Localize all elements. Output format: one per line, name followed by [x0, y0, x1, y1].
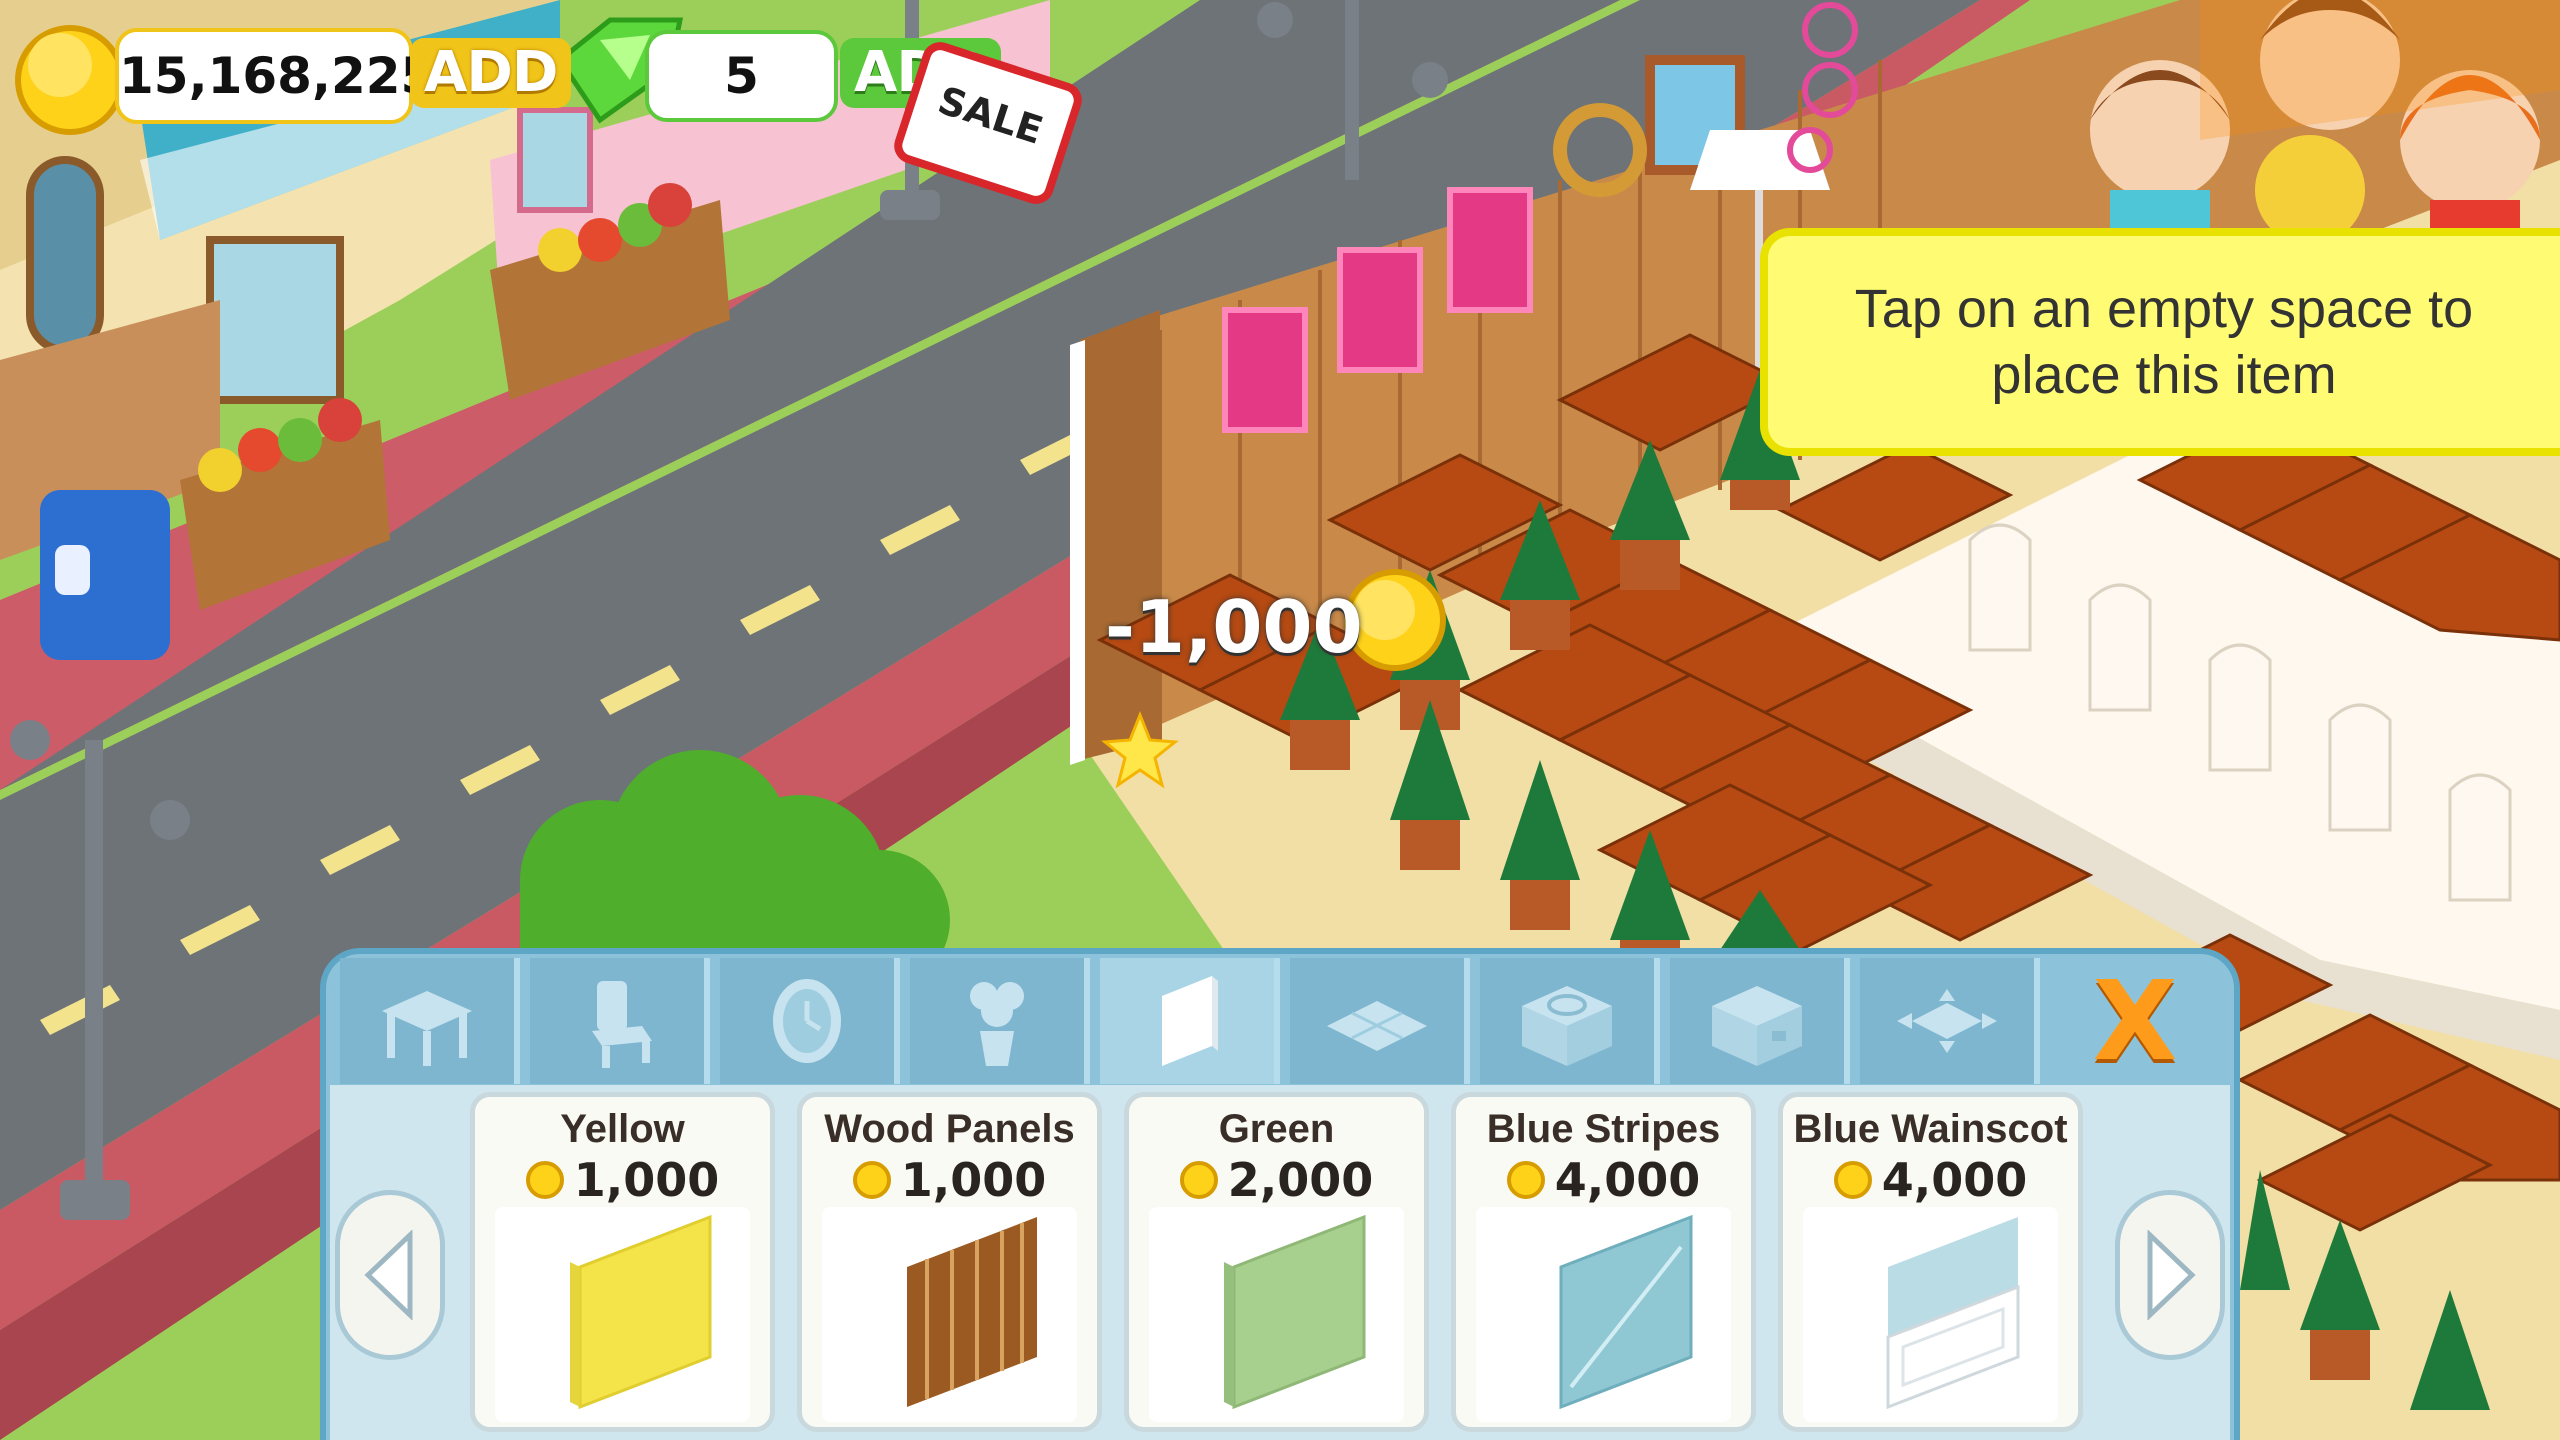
item-card-blue-stripes[interactable]: Blue Stripes 4,000	[1451, 1092, 1756, 1432]
coin-icon	[1833, 1161, 1872, 1199]
item-price-value: 4,000	[1554, 1153, 1701, 1207]
stove-icon	[1522, 986, 1612, 1066]
tab-counters[interactable]	[1670, 958, 1850, 1084]
item-card-blue-wainscot[interactable]: Blue Wainscot 4,000	[1778, 1092, 2083, 1432]
item-price: 4,000	[1456, 1153, 1751, 1207]
placement-tooltip: Tap on an empty space to place this item	[1760, 228, 2560, 456]
prev-page-button[interactable]	[335, 1190, 445, 1360]
clock-icon	[773, 979, 841, 1063]
tab-expand[interactable]	[1860, 958, 2040, 1084]
floor-tile-icon	[1327, 1001, 1427, 1051]
tab-chairs[interactable]	[530, 958, 710, 1084]
item-preview	[822, 1207, 1077, 1422]
item-name: Blue Stripes	[1486, 1107, 1721, 1151]
coin-stack-icon	[15, 25, 125, 135]
item-price: 2,000	[1129, 1153, 1424, 1207]
mailbox-icon	[40, 490, 170, 660]
coin-icon	[852, 1161, 891, 1199]
coin-balance: 15,168,225	[115, 28, 435, 124]
item-price: 1,000	[802, 1153, 1097, 1207]
item-name: Yellow	[560, 1107, 685, 1151]
item-preview	[1803, 1207, 2058, 1422]
coin-icon	[1506, 1161, 1545, 1199]
tooltip-text: Tap on an empty space to place this item	[1854, 279, 2474, 405]
item-price-value: 1,000	[900, 1153, 1047, 1207]
category-tabbar	[340, 958, 2220, 1084]
item-price-value: 2,000	[1227, 1153, 1374, 1207]
item-preview	[1149, 1207, 1404, 1422]
purchase-cost-popup: -1,000	[1105, 585, 1363, 669]
item-name: Green	[1218, 1107, 1335, 1151]
table-icon	[382, 991, 472, 1066]
gem-balance: 5	[645, 30, 838, 122]
wall-panel-icon	[1162, 976, 1218, 1066]
item-preview	[495, 1207, 750, 1422]
tab-clocks[interactable]	[720, 958, 900, 1084]
tab-tables[interactable]	[340, 958, 520, 1084]
item-price: 1,000	[475, 1153, 770, 1207]
close-shop-button[interactable]: X	[2060, 957, 2210, 1085]
plant-icon	[970, 982, 1024, 1066]
tab-floors[interactable]	[1290, 958, 1470, 1084]
chair-icon	[592, 981, 652, 1068]
tab-walls[interactable]	[1100, 958, 1280, 1084]
tab-plants[interactable]	[910, 958, 1090, 1084]
next-page-button[interactable]	[2115, 1190, 2225, 1360]
item-card-green[interactable]: Green 2,000	[1124, 1092, 1429, 1432]
item-price: 4,000	[1783, 1153, 2078, 1207]
item-card-wood-panels[interactable]: Wood Panels 1,000	[797, 1092, 1102, 1432]
arrow-left-icon	[364, 1230, 413, 1320]
item-preview	[1476, 1207, 1731, 1422]
counter-icon	[1712, 986, 1802, 1066]
tab-stoves[interactable]	[1480, 958, 1660, 1084]
arrow-right-icon	[2147, 1230, 2196, 1320]
item-price-value: 4,000	[1881, 1153, 2028, 1207]
add-coins-button[interactable]: ADD	[410, 38, 572, 108]
item-name: Wood Panels	[824, 1107, 1075, 1151]
expand-icon	[1897, 989, 1997, 1053]
item-name: Blue Wainscot	[1793, 1107, 2068, 1151]
coin-icon	[1179, 1161, 1218, 1199]
coin-icon	[525, 1161, 564, 1199]
item-price-value: 1,000	[573, 1153, 720, 1207]
item-card-yellow[interactable]: Yellow 1,000	[470, 1092, 775, 1432]
